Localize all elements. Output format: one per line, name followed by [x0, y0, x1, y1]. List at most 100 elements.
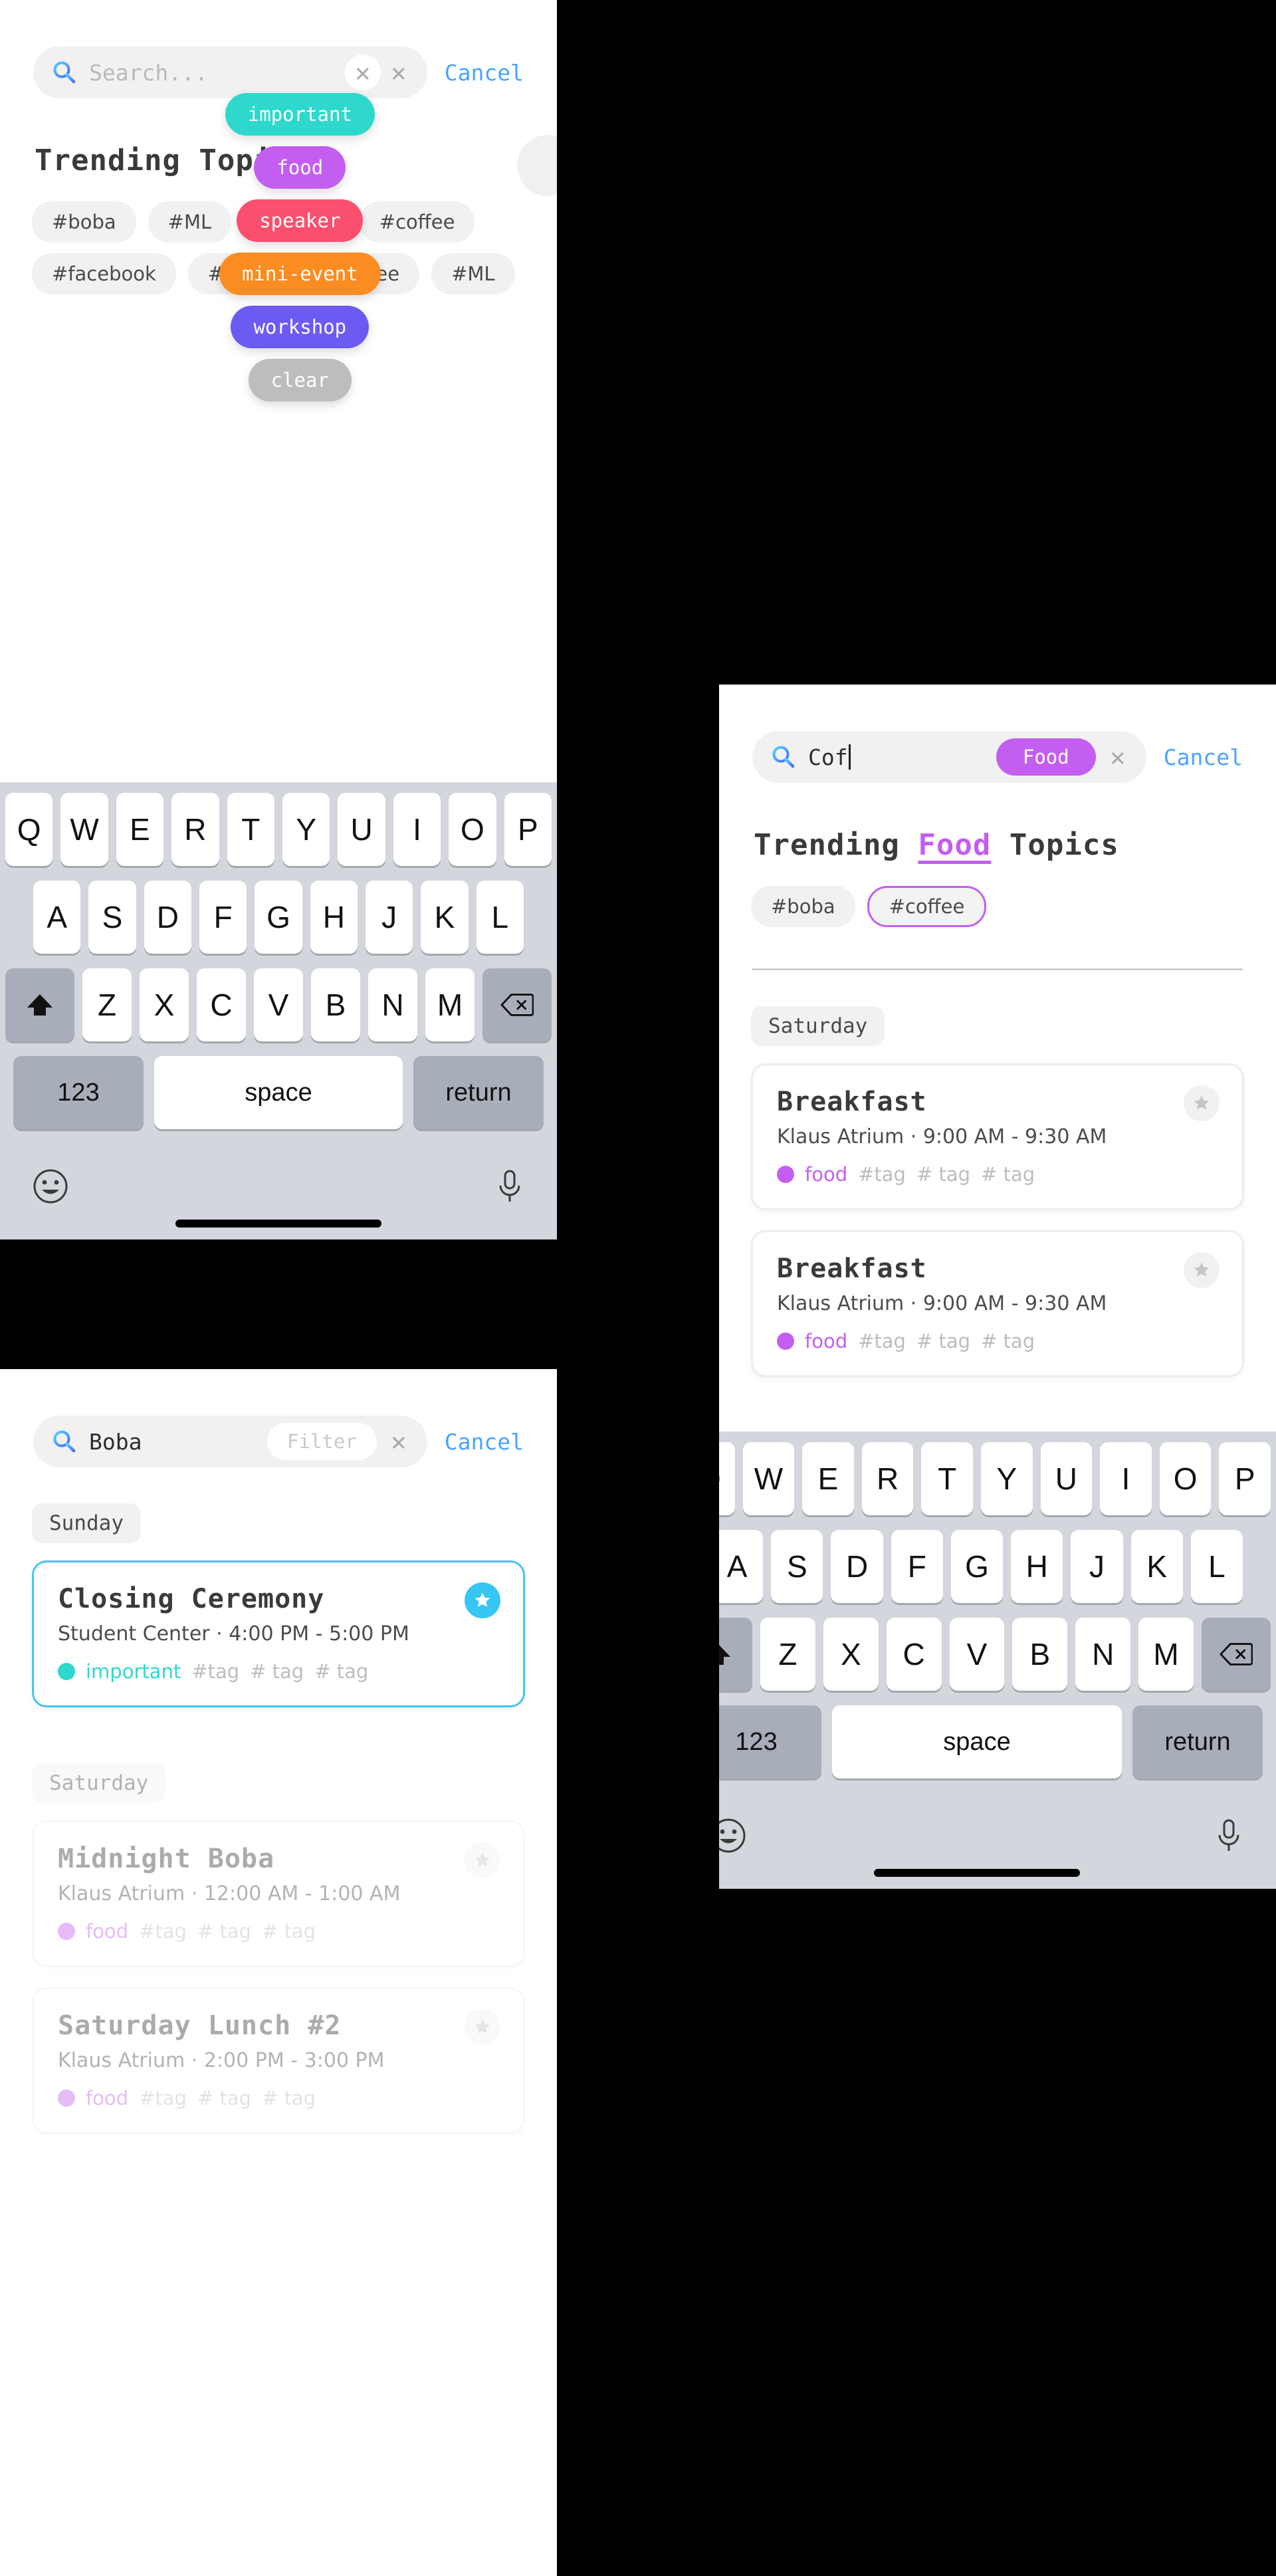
event-card[interactable]: Saturday Lunch #2 Klaus Atrium · 2:00 PM… — [32, 1987, 525, 2134]
key-z[interactable]: Z — [82, 968, 132, 1041]
emoji-key[interactable] — [32, 1168, 69, 1205]
shift-key[interactable] — [719, 1618, 752, 1691]
filter-chip-placeholder[interactable]: Filter — [267, 1423, 377, 1460]
key-t[interactable]: T — [227, 793, 274, 866]
filter-option-food[interactable]: food — [254, 146, 346, 189]
key-c[interactable]: C — [197, 968, 246, 1041]
key-b[interactable]: B — [311, 968, 360, 1041]
key-f[interactable]: F — [199, 881, 247, 954]
filter-option-mini-event[interactable]: mini-event — [219, 253, 381, 295]
key-a[interactable]: A — [719, 1530, 764, 1603]
space-key[interactable]: space — [832, 1705, 1122, 1778]
clear-search-icon[interactable]: ✕ — [381, 1424, 417, 1459]
cancel-button[interactable]: Cancel — [445, 1429, 524, 1455]
key-f[interactable]: F — [891, 1530, 943, 1603]
dictation-key[interactable] — [1214, 1817, 1244, 1854]
key-e[interactable]: E — [802, 1442, 854, 1515]
return-key[interactable]: return — [413, 1056, 544, 1129]
key-v[interactable]: V — [254, 968, 303, 1041]
key-p[interactable]: P — [504, 793, 552, 866]
key-y[interactable]: Y — [981, 1442, 1033, 1515]
search-input[interactable]: Cof — [808, 744, 996, 770]
event-card[interactable]: Midnight Boba Klaus Atrium · 12:00 AM - … — [32, 1820, 525, 1967]
backspace-key[interactable] — [1202, 1618, 1271, 1691]
key-h[interactable]: H — [1011, 1530, 1063, 1603]
key-k[interactable]: K — [1130, 1530, 1183, 1603]
search-input-container[interactable]: Boba Filter ✕ — [33, 1416, 427, 1467]
key-a[interactable]: A — [33, 881, 81, 954]
key-d[interactable]: D — [144, 881, 191, 954]
key-i[interactable]: I — [393, 793, 441, 866]
key-s[interactable]: S — [88, 881, 136, 954]
filter-option-speaker[interactable]: speaker — [237, 199, 364, 242]
filter-option-important[interactable]: important — [225, 93, 375, 136]
search-input[interactable]: Boba — [89, 1429, 267, 1455]
key-w[interactable]: W — [742, 1442, 795, 1515]
filter-option-workshop[interactable]: workshop — [231, 306, 370, 348]
search-input[interactable]: Search... — [89, 60, 345, 86]
key-u[interactable]: U — [1040, 1442, 1093, 1515]
key-d[interactable]: D — [831, 1530, 883, 1603]
event-card[interactable]: Breakfast Klaus Atrium · 9:00 AM - 9:30 … — [751, 1230, 1244, 1377]
dismiss-filter-icon[interactable]: ✕ — [381, 54, 417, 90]
backspace-key[interactable] — [482, 968, 552, 1041]
event-card[interactable]: Closing Ceremony Student Center · 4:00 P… — [32, 1560, 525, 1707]
trending-tag[interactable]: #ML — [431, 253, 515, 294]
dictation-key[interactable] — [494, 1168, 525, 1205]
key-y[interactable]: Y — [282, 793, 330, 866]
key-j[interactable]: J — [365, 881, 413, 954]
key-o[interactable]: O — [449, 793, 496, 866]
key-z[interactable]: Z — [760, 1618, 815, 1691]
numbers-key[interactable]: 123 — [719, 1705, 821, 1778]
key-x[interactable]: X — [140, 968, 189, 1041]
trending-tag[interactable]: #boba — [32, 201, 136, 243]
key-t[interactable]: T — [921, 1442, 973, 1515]
key-p[interactable]: P — [1219, 1442, 1271, 1515]
key-h[interactable]: H — [310, 881, 358, 954]
key-n[interactable]: N — [368, 968, 417, 1041]
key-m[interactable]: M — [1138, 1618, 1194, 1691]
key-c[interactable]: C — [886, 1618, 942, 1691]
event-card[interactable]: Breakfast Klaus Atrium · 9:00 AM - 9:30 … — [751, 1063, 1244, 1210]
key-s[interactable]: S — [771, 1530, 823, 1603]
clear-search-icon[interactable]: ✕ — [344, 54, 381, 90]
key-r[interactable]: R — [861, 1442, 914, 1515]
trending-tag[interactable]: #boba — [751, 886, 855, 927]
emoji-key[interactable] — [719, 1817, 747, 1854]
key-n[interactable]: N — [1075, 1618, 1131, 1691]
active-filter-chip[interactable]: Food — [996, 738, 1096, 776]
key-q[interactable]: Q — [719, 1442, 735, 1515]
cancel-button[interactable]: Cancel — [445, 60, 524, 86]
clear-search-icon[interactable]: ✕ — [1100, 739, 1136, 775]
filter-option-clear[interactable]: clear — [248, 359, 352, 401]
key-g[interactable]: G — [255, 881, 302, 954]
key-o[interactable]: O — [1159, 1442, 1212, 1515]
key-x[interactable]: X — [823, 1618, 879, 1691]
key-v[interactable]: V — [949, 1618, 1005, 1691]
key-j[interactable]: J — [1071, 1530, 1123, 1603]
key-q[interactable]: Q — [5, 793, 53, 866]
favorite-star-button[interactable] — [465, 1842, 500, 1878]
key-w[interactable]: W — [60, 793, 108, 866]
trending-tag-selected[interactable]: #coffee — [867, 886, 987, 927]
favorite-star-button-active[interactable] — [465, 1582, 500, 1618]
favorite-star-button[interactable] — [1184, 1085, 1220, 1121]
search-input-container[interactable]: Cof Food ✕ — [752, 731, 1146, 783]
key-u[interactable]: U — [338, 793, 385, 866]
key-r[interactable]: R — [171, 793, 219, 866]
key-l[interactable]: L — [476, 881, 524, 954]
key-l[interactable]: L — [1190, 1530, 1243, 1603]
key-b[interactable]: B — [1012, 1618, 1068, 1691]
key-e[interactable]: E — [116, 793, 164, 866]
search-input-container[interactable]: Search... ✕ ✕ — [33, 47, 427, 98]
trending-tag[interactable]: #facebook — [32, 253, 176, 294]
shift-key[interactable] — [5, 968, 74, 1041]
key-k[interactable]: K — [421, 881, 469, 954]
space-key[interactable]: space — [154, 1056, 403, 1129]
numbers-key[interactable]: 123 — [13, 1056, 144, 1129]
cancel-button[interactable]: Cancel — [1164, 744, 1243, 770]
return-key[interactable]: return — [1132, 1705, 1263, 1778]
favorite-star-button[interactable] — [1184, 1252, 1220, 1288]
key-i[interactable]: I — [1100, 1442, 1152, 1515]
key-m[interactable]: M — [425, 968, 475, 1041]
